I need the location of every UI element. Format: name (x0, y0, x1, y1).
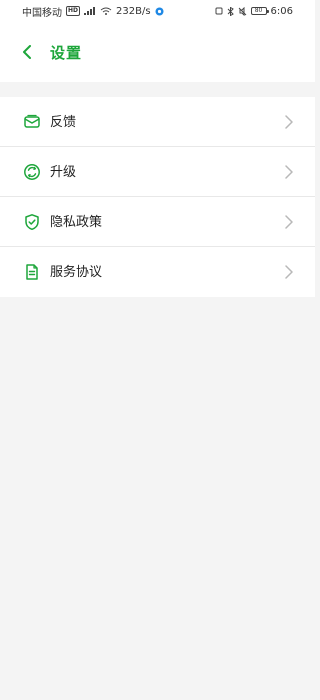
carrier-name: 中国移动 (22, 7, 62, 19)
menu-item-upgrade[interactable]: 升级 (0, 147, 315, 197)
battery-icon: 80 (250, 7, 269, 15)
feedback-icon (22, 112, 42, 132)
wifi-icon (100, 7, 112, 15)
privacy-policy-icon (22, 212, 42, 232)
menu-item-service-agreement[interactable]: 服务协议 (0, 247, 315, 297)
back-button[interactable] (18, 43, 36, 61)
battery-level: 80 (254, 7, 263, 14)
upgrade-icon (22, 162, 42, 182)
chevron-right-icon (282, 265, 296, 279)
clock: 6:06 (270, 5, 293, 17)
section-gap (0, 82, 315, 97)
menu-item-label: 隐私政策 (50, 214, 103, 230)
signal-icon (84, 7, 96, 15)
status-left: 中国移动 HD 232B/s (22, 4, 164, 19)
service-agreement-icon (22, 262, 42, 282)
chevron-right-icon (282, 215, 296, 229)
chevron-right-icon (282, 115, 296, 129)
hd-icon: HD (66, 6, 81, 16)
header: 设置 (0, 22, 315, 82)
menu-item-feedback[interactable]: 反馈 (0, 97, 315, 147)
network-speed: 232B/s (116, 5, 151, 17)
mute-icon (238, 6, 247, 16)
menu-item-privacy-policy[interactable]: 隐私政策 (0, 197, 315, 247)
app-notification-icon (155, 7, 164, 16)
status-right: 80 6:06 (215, 6, 293, 17)
page-title: 设置 (50, 43, 83, 62)
chevron-left-icon (23, 45, 31, 59)
vibrate-icon (215, 7, 223, 15)
bluetooth-icon (227, 6, 234, 16)
menu-item-label: 服务协议 (50, 264, 103, 280)
chevron-right-icon (282, 165, 296, 179)
menu-item-label: 反馈 (50, 114, 77, 130)
menu-item-label: 升级 (50, 164, 77, 180)
settings-menu: 反馈 升级 隐私政策 服务协议 (0, 97, 315, 297)
status-bar: 中国移动 HD 232B/s 80 6:06 (0, 0, 315, 22)
